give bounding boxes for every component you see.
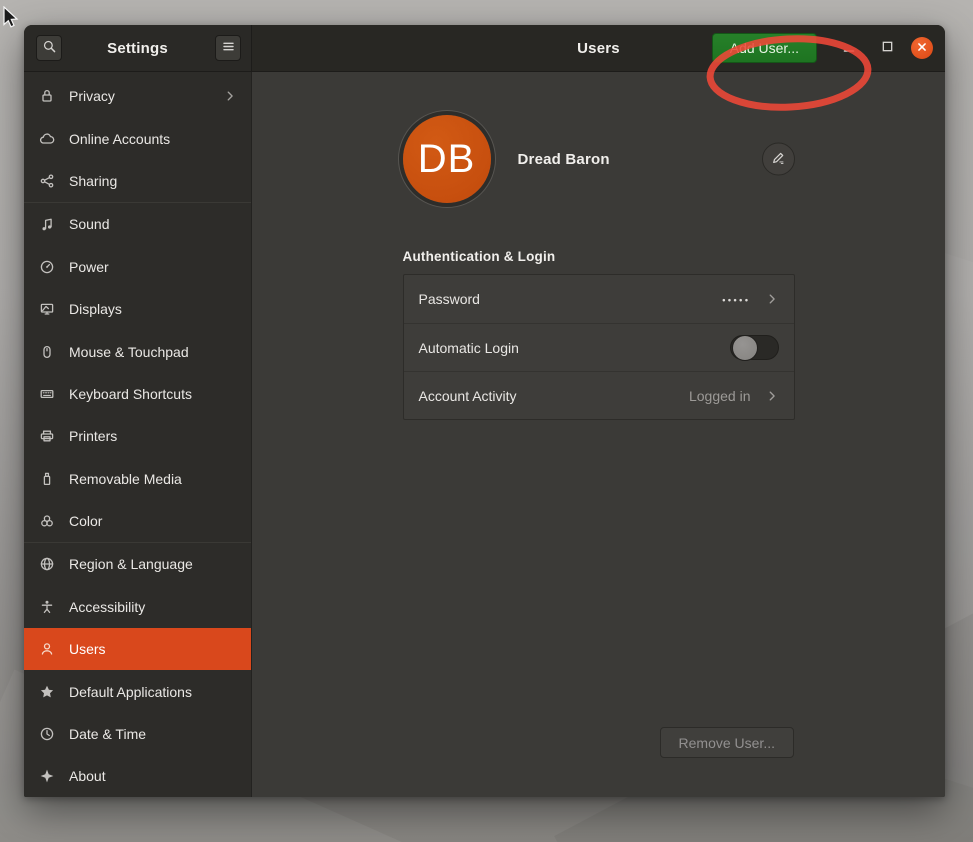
sidebar-item-displays[interactable]: Displays [24,288,251,330]
user-avatar[interactable]: DB [403,115,491,203]
sidebar-item-label: Printers [69,428,117,444]
sidebar-item-about[interactable]: About [24,755,251,797]
sidebar-item-label: Privacy [69,88,115,104]
sidebar-item-label: Date & Time [69,726,146,742]
minimize-button[interactable] [837,36,861,60]
globe-icon [38,556,55,573]
auth-section-title: Authentication & Login [403,249,795,264]
sidebar-item-keyboard-shortcuts[interactable]: Keyboard Shortcuts [24,373,251,415]
maximize-button[interactable] [875,36,899,60]
sidebar-item-color[interactable]: Color [24,500,251,542]
user-profile: DB Dread Baron [403,112,795,206]
menu-button[interactable] [215,35,241,61]
removable-media-icon [38,470,55,487]
sidebar-list: Privacy Online Accounts Sharing Sound Power D… [24,75,251,797]
about-icon [38,768,55,785]
auth-list: Password ••••• Automatic Login Account A… [403,274,795,420]
sidebar-item-label: Color [69,513,102,529]
sidebar-item-online-accounts[interactable]: Online Accounts [24,117,251,159]
settings-window: Settings Users Add User... PrivacyO [24,25,945,797]
password-row[interactable]: Password ••••• [404,275,794,323]
account-activity-row[interactable]: Account Activity Logged in [404,371,794,419]
sidebar-item-label: Online Accounts [69,131,170,147]
share-icon [38,172,55,189]
sidebar-item-label: Power [69,259,109,275]
sidebar-item-label: Keyboard Shortcuts [69,386,192,402]
titlebar: Settings Users Add User... [24,25,945,72]
sidebar: Privacy Online Accounts Sharing Sound Power D… [24,72,252,797]
chevron-right-icon [765,292,779,306]
sidebar-item-default-applications[interactable]: Default Applications [24,670,251,712]
sidebar-item-users[interactable]: Users [24,628,251,670]
mouse-icon [38,343,55,360]
sidebar-item-date-time[interactable]: Date & Time [24,713,251,755]
search-button[interactable] [36,35,62,61]
sidebar-item-label: Region & Language [69,556,193,572]
sidebar-item-sharing[interactable]: Sharing [24,160,251,202]
printer-icon [38,428,55,445]
close-button[interactable] [911,37,933,59]
keyboard-icon [38,385,55,402]
close-icon [916,41,928,56]
lock-icon [38,88,55,105]
account-activity-value: Logged in [689,388,751,404]
minimize-icon [842,40,856,57]
music-note-icon [38,216,55,233]
sidebar-item-label: Accessibility [69,599,145,615]
chevron-right-icon [223,89,237,103]
sidebar-item-accessibility[interactable]: Accessibility [24,586,251,628]
hamburger-icon [221,39,236,57]
power-icon [38,258,55,275]
sidebar-item-printers[interactable]: Printers [24,415,251,457]
edit-name-button[interactable] [762,143,795,176]
panel-title: Users [577,40,620,57]
automatic-login-label: Automatic Login [419,340,519,356]
add-user-button[interactable]: Add User... [712,33,817,63]
account-activity-label: Account Activity [419,388,517,404]
sidebar-item-power[interactable]: Power [24,246,251,288]
pencil-icon [771,150,786,168]
cloud-icon [38,130,55,147]
content-header: Users Add User... [252,25,945,71]
users-icon [38,641,55,658]
mouse-cursor [2,6,19,30]
toggle-knob [732,335,758,361]
window-controls [823,36,933,60]
search-icon [42,39,57,57]
sidebar-item-label: Users [69,641,106,657]
sidebar-item-sound[interactable]: Sound [24,203,251,245]
maximize-icon [881,40,894,56]
sidebar-item-mouse-touchpad[interactable]: Mouse & Touchpad [24,330,251,372]
sidebar-item-region-language[interactable]: Region & Language [24,543,251,585]
remove-user-button[interactable]: Remove User... [660,727,794,758]
sidebar-header: Settings [24,25,252,71]
accessibility-icon [38,598,55,615]
automatic-login-toggle[interactable] [730,335,779,360]
password-label: Password [419,291,480,307]
sidebar-item-label: Default Applications [69,684,192,700]
sidebar-item-label: Sharing [69,173,117,189]
chevron-right-icon [765,389,779,403]
password-dots: ••••• [722,295,750,305]
user-name: Dread Baron [518,151,610,168]
sidebar-item-label: Mouse & Touchpad [69,344,189,360]
sidebar-item-privacy[interactable]: Privacy [24,75,251,117]
star-icon [38,683,55,700]
sidebar-item-label: Removable Media [69,471,182,487]
sidebar-item-label: About [69,768,106,784]
sidebar-item-label: Displays [69,301,122,317]
sidebar-item-label: Sound [69,216,109,232]
clock-icon [38,726,55,743]
color-icon [38,513,55,530]
sidebar-item-removable-media[interactable]: Removable Media [24,458,251,500]
display-icon [38,301,55,318]
users-panel: DB Dread Baron Authentication & Login Pa… [252,72,945,797]
automatic-login-row: Automatic Login [404,323,794,371]
